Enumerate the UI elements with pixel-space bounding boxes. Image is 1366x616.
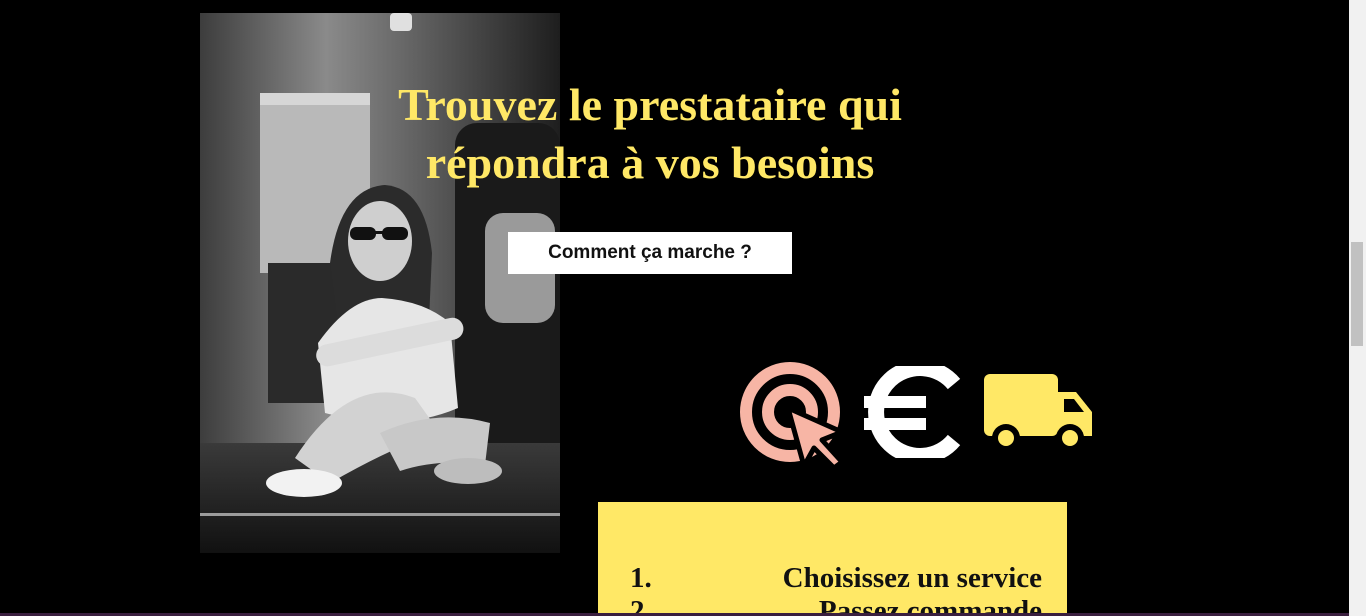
hero-headline: Trouvez le prestataire qui répondra à vo… [300, 76, 1000, 192]
list-item: 1. Choisissez un service [630, 562, 1042, 595]
step-number: 1. [630, 562, 652, 594]
vertical-scrollbar[interactable] [1349, 0, 1366, 616]
scrollbar-thumb[interactable] [1351, 242, 1363, 346]
headline-line-2: répondra à vos besoins [425, 137, 875, 188]
step-label: Choisissez un service [782, 562, 1042, 594]
euro-icon [862, 366, 962, 458]
click-target-icon [738, 362, 844, 468]
features-icons [738, 362, 1098, 472]
steps-card: 1. Choisissez un service 2. Passez comma… [598, 502, 1067, 616]
delivery-truck-icon [982, 372, 1094, 454]
steps-list: 1. Choisissez un service 2. Passez comma… [630, 562, 1042, 616]
headline-line-1: Trouvez le prestataire qui [398, 79, 902, 130]
how-it-works-button[interactable]: Comment ça marche ? [508, 232, 792, 274]
